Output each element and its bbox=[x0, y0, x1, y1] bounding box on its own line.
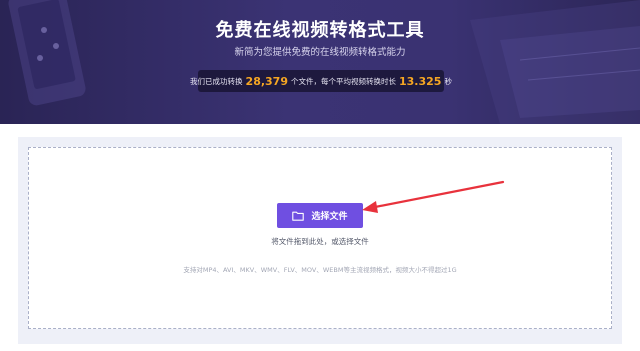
stats-banner: 我们已成功转换 28,379 个文件，每个平均视频转换时长 13.325 秒 bbox=[190, 70, 452, 92]
hero-banner: 免费在线视频转格式工具 新简为您提供免费的在线视频转格式能力 我们已成功转换 2… bbox=[0, 0, 640, 124]
stats-middle-text: 个文件，每个平均视频转换时长 bbox=[291, 76, 396, 86]
supported-formats-text: 支持对MP4、AVI、MKV、WMV、FLV、MOV、WEBM等主流视频格式，视… bbox=[183, 266, 457, 274]
page-subtitle: 新简为您提供免费的在线视频转格式能力 bbox=[234, 47, 406, 58]
select-file-label: 选择文件 bbox=[311, 212, 348, 222]
converted-file-count: 28,379 bbox=[245, 74, 288, 88]
page-title: 免费在线视频转格式工具 bbox=[215, 20, 425, 41]
drop-hint-text: 将文件拖到此处，或选择文件 bbox=[271, 237, 369, 246]
folder-icon bbox=[292, 211, 305, 221]
stats-prefix: 我们已成功转换 bbox=[190, 76, 243, 86]
select-file-button[interactable]: 选择文件 bbox=[277, 203, 363, 228]
average-conversion-time: 13.325 bbox=[399, 74, 442, 88]
stats-suffix: 秒 bbox=[444, 76, 452, 86]
